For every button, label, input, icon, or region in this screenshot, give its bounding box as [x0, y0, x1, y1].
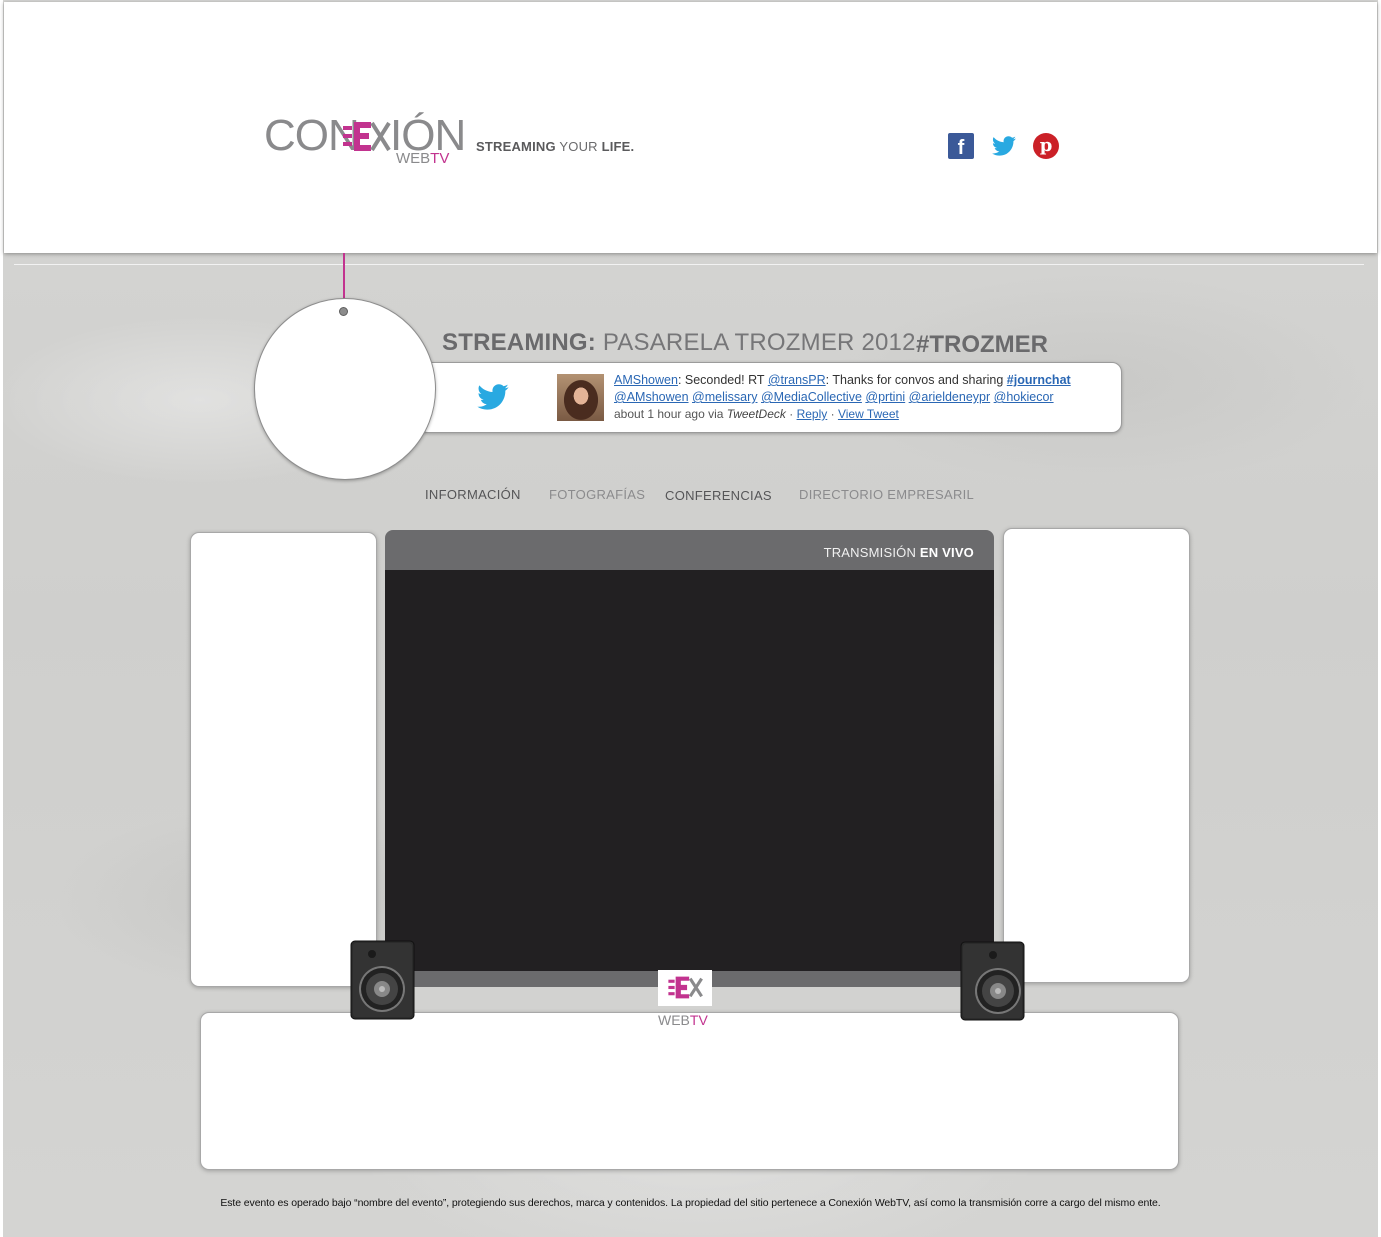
logo-ex-mark-icon: [668, 976, 703, 999]
twitter-bird-icon: [477, 384, 509, 410]
tweet-mention-link[interactable]: @melissary: [692, 390, 757, 404]
tweet-text-part: : Thanks for convos and sharing: [825, 373, 1007, 387]
logo-web-text: WEB: [396, 150, 431, 167]
tweet-client: TweetDeck: [726, 407, 786, 421]
tweet-user-link[interactable]: AMShowen: [614, 373, 678, 387]
tagline-word-2: YOUR: [559, 139, 598, 154]
live-label-highlight: EN VIVO: [919, 545, 974, 560]
tweet-reply-link[interactable]: Reply: [797, 407, 828, 421]
logo-webtv: WEBTV: [396, 150, 449, 167]
tweet-separator: ·: [785, 407, 797, 421]
logo-ex-mark-icon: [343, 121, 391, 152]
video-player[interactable]: TRANSMISIÓN EN VIVO: [385, 530, 994, 1000]
event-badge-circle: [254, 298, 436, 480]
footer-legal-text: Este evento es operado bajo “nombre del …: [220, 1197, 1161, 1209]
tweet-time: about 1 hour ago via: [614, 407, 727, 421]
nav-item-informacion[interactable]: INFORMACIÓN: [425, 487, 521, 502]
page-border-left: [0, 0, 3, 1237]
tweet-hashtag-link[interactable]: #journchat: [1007, 373, 1071, 387]
tagline: STREAMING YOUR LIFE.: [476, 139, 634, 154]
nav-item-conferencias[interactable]: CONFERENCIAS: [665, 488, 772, 503]
tweet-mention-link[interactable]: @arieldeneypr: [909, 390, 990, 404]
bottom-info-panel: [200, 1012, 1179, 1170]
site-header: CON IÓN WEBTV STREAMING YOUR LIFE. f p: [4, 2, 1377, 253]
tweet-view-link[interactable]: View Tweet: [838, 407, 899, 421]
tweet-meta: about 1 hour ago via TweetDeck · Reply ·…: [614, 407, 899, 421]
left-side-panel: [190, 532, 377, 987]
tweet-text: AMShowen: Seconded! RT @transPR: Thanks …: [614, 372, 1114, 423]
tweet-avatar[interactable]: [557, 374, 604, 421]
header-divider: [14, 264, 1364, 265]
pinterest-icon[interactable]: p: [1033, 133, 1059, 159]
player-logo: [658, 970, 712, 1006]
live-label-text: TRANSMISIÓN: [823, 545, 917, 560]
player-top-bar: TRANSMISIÓN EN VIVO: [385, 530, 994, 570]
event-title: STREAMING: PASARELA TROZMER 2012: [442, 329, 916, 357]
tweet-mention-link[interactable]: @AMshowen: [614, 390, 689, 404]
tweet-mention-link[interactable]: @prtini: [865, 390, 905, 404]
logo-tv-text: TV: [430, 150, 450, 167]
conexion-logo[interactable]: CON IÓN WEBTV: [264, 114, 466, 174]
live-label: TRANSMISIÓN EN VIVO: [824, 545, 974, 560]
event-title-prefix: STREAMING:: [442, 329, 596, 356]
twitter-icon[interactable]: [991, 133, 1017, 159]
tweet-mention-link[interactable]: @transPR: [768, 373, 826, 387]
event-title-name: PASARELA TROZMER 2012: [602, 329, 916, 356]
tweet-text-part: : Seconded! RT: [677, 373, 768, 387]
tweet-widget: AMShowen: Seconded! RT @transPR: Thanks …: [418, 362, 1122, 433]
event-hashtag[interactable]: #TROZMER: [916, 331, 1048, 359]
tweet-mention-link[interactable]: @hokiecor: [994, 390, 1054, 404]
tweet-mention-link[interactable]: @MediaCollective: [761, 390, 862, 404]
hanging-pin: [339, 307, 348, 316]
nav-item-directorio[interactable]: DIRECTORIO EMPRESARIL: [799, 487, 974, 502]
facebook-icon[interactable]: f: [948, 133, 974, 159]
tagline-word-1: STREAMING: [476, 139, 556, 154]
tweet-separator: ·: [827, 407, 838, 421]
tagline-word-3: LIFE.: [601, 139, 635, 154]
video-area[interactable]: [385, 570, 994, 971]
speaker-left-icon: [350, 940, 415, 1020]
player-logo-tv: TV: [689, 1012, 708, 1028]
player-logo-webtv: WEBTV: [658, 1012, 718, 1028]
player-logo-web: WEB: [658, 1012, 690, 1028]
speaker-right-icon: [960, 941, 1025, 1021]
nav-item-fotografias[interactable]: FOTOGRAFÍAS: [549, 487, 645, 502]
right-side-panel: [1003, 528, 1190, 983]
